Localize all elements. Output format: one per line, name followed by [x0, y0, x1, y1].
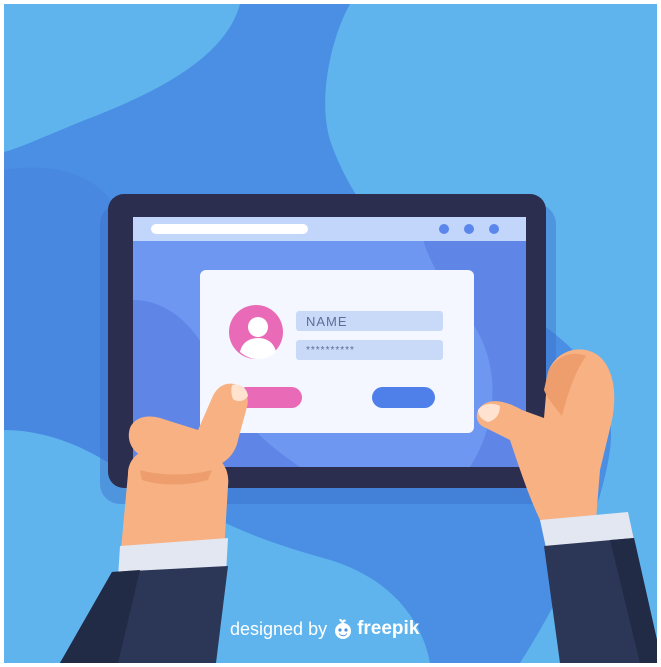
watermark-prefix: designed by — [230, 618, 328, 639]
freepik-logo-icon — [335, 618, 352, 639]
watermark-brand: freepik — [357, 618, 420, 639]
illustration-scene: designed by freepik — [0, 0, 661, 667]
address-bar[interactable] — [151, 224, 308, 234]
freepik-watermark: designed by freepik — [230, 616, 419, 642]
password-input[interactable] — [296, 340, 443, 360]
window-dot-icon[interactable] — [464, 224, 474, 234]
user-avatar-icon — [229, 305, 283, 359]
name-input[interactable] — [296, 311, 443, 331]
window-dot-icon[interactable] — [439, 224, 449, 234]
submit-button[interactable] — [372, 387, 435, 408]
window-dot-icon[interactable] — [489, 224, 499, 234]
scene-artwork — [4, 4, 657, 663]
